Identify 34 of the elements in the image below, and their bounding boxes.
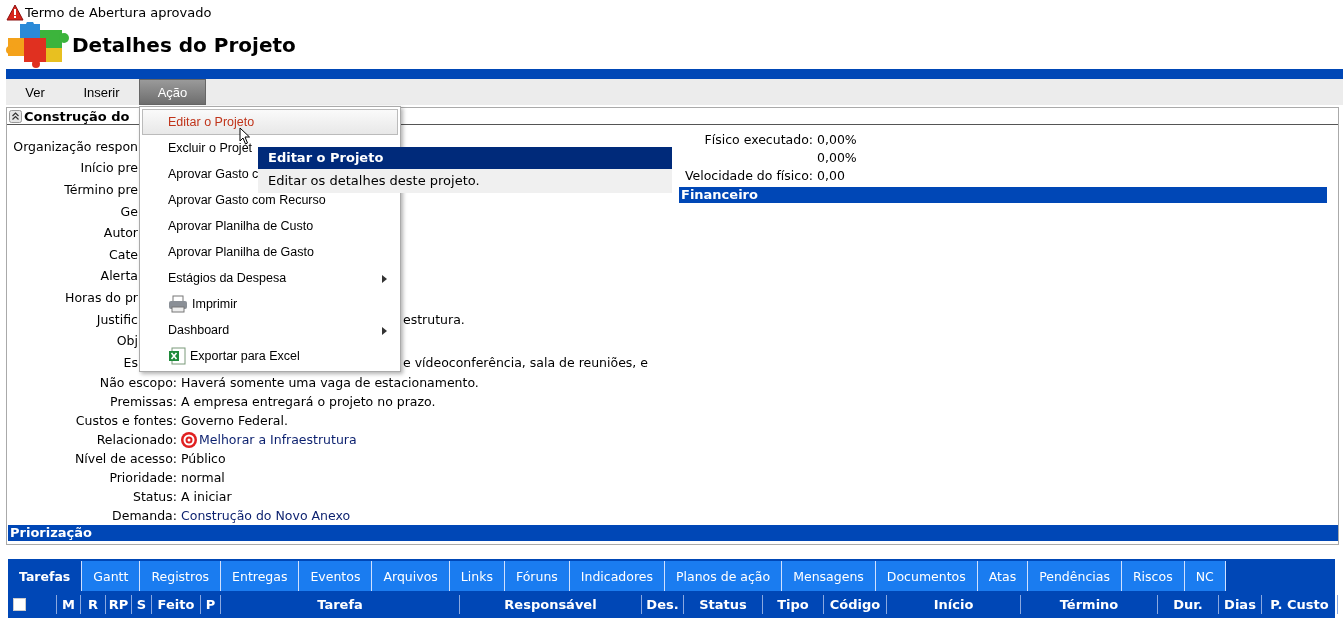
priorizacao-bar: Priorização <box>8 525 1338 541</box>
page-title: Detalhes do Projeto <box>72 33 296 57</box>
field-label: Status: <box>131 489 177 504</box>
field-label: Não escopo: <box>98 375 177 390</box>
field-value: estrutura. <box>403 311 465 327</box>
stat-value: 0,00% <box>817 131 857 147</box>
field-label: Justific <box>95 311 139 327</box>
field-value: normal <box>181 470 225 485</box>
stat-label: Velocidade do físico: <box>684 167 813 183</box>
field-label: Término pre <box>63 181 139 197</box>
financeiro-bar: Financeiro <box>679 187 1327 204</box>
field-label: Nível de acesso: <box>73 451 177 466</box>
field-label: Custos e fontes: <box>74 413 177 428</box>
field-label: Ge <box>119 203 139 219</box>
field-value: Haverá somente uma vaga de estacionamento. <box>181 375 479 390</box>
field-value: A iniciar <box>181 489 232 504</box>
field-label: Es <box>122 354 139 370</box>
stat-value: 0,00% <box>817 149 857 165</box>
field-label: Prioridade: <box>108 470 177 485</box>
field-value: Governo Federal. <box>181 413 288 428</box>
alert-text: Termo de Abertura aprovado <box>25 4 212 20</box>
field-label: Demanda: <box>111 508 177 523</box>
field-value: A empresa entregará o projeto no prazo. <box>181 394 436 409</box>
field-value: e vídeoconferência, sala de reuniões, e <box>403 354 648 370</box>
tooltip-title: Editar o Projeto <box>258 147 672 169</box>
field-value: Público <box>181 451 226 466</box>
stat-label: Físico executado: <box>704 131 813 147</box>
field-label: Horas do pr <box>64 289 139 305</box>
field-label: Relacionado: <box>95 432 177 447</box>
tooltip-text: Editar os detalhes deste projeto. <box>267 172 481 190</box>
stat-value: 0,00 <box>817 167 845 183</box>
field-label: Premissas: <box>109 394 177 409</box>
project-title: Construção do <box>24 108 130 124</box>
field-label: Obj <box>115 333 139 349</box>
